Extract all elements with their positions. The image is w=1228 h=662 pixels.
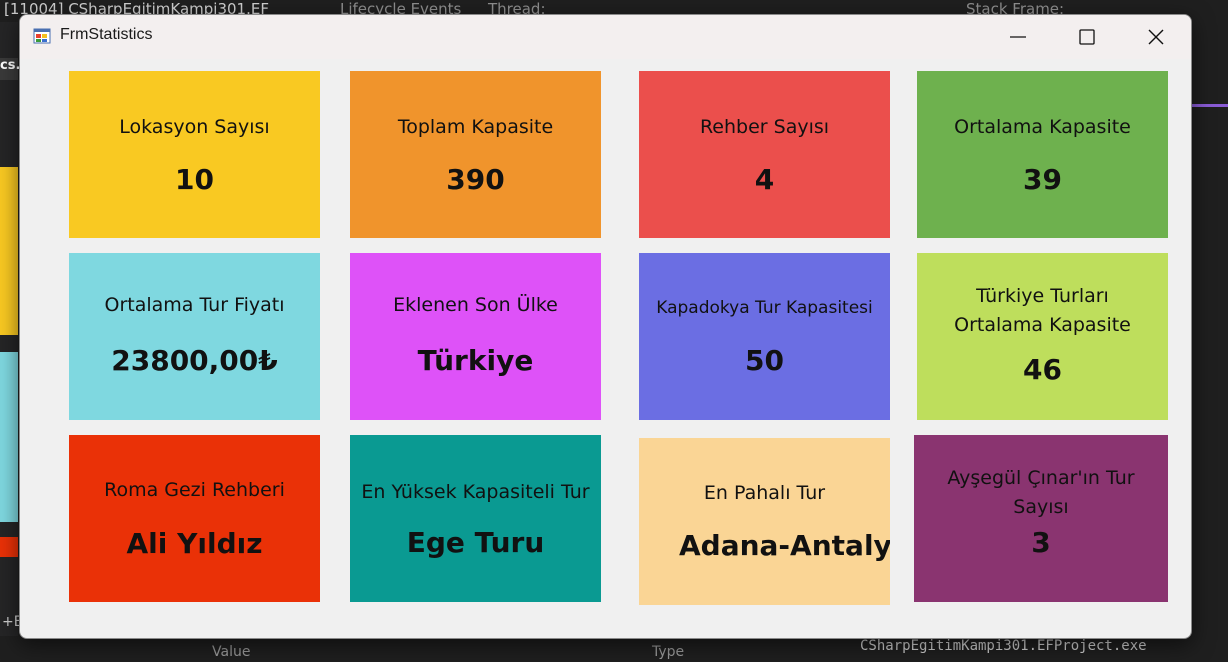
ide-bottom-panel: +E Value Type CSharpEgitimKampi301.EFPro… (0, 614, 1228, 662)
tile-value: 50 (745, 344, 784, 377)
ide-accent-line (1190, 104, 1228, 107)
tile-kapadokya-tur-kapasitesi: Kapadokya Tur Kapasitesi 50 (639, 253, 890, 420)
preview-strip-yellow (0, 167, 18, 335)
tile-eklenen-son-ulke: Eklenen Son Ülke Türkiye (350, 253, 601, 420)
tile-toplam-kapasite: Toplam Kapasite 390 (350, 71, 601, 238)
tile-value: 39 (1023, 163, 1062, 196)
tile-value: Türkiye (417, 344, 534, 377)
close-icon (1148, 29, 1164, 45)
preview-strip-red (0, 537, 18, 557)
window-title: FrmStatistics (60, 26, 153, 43)
tile-lokasyon-sayisi: Lokasyon Sayısı 10 (69, 71, 320, 238)
frm-statistics-window: FrmStatistics Lokasyon Sayısı 10 Toplam … (19, 14, 1192, 639)
tile-rehber-sayisi: Rehber Sayısı 4 (639, 71, 890, 238)
tile-label-line1: Türkiye Turları (976, 285, 1109, 307)
tile-label: Kapadokya Tur Kapasitesi (656, 298, 873, 318)
maximize-icon (1079, 29, 1095, 45)
ide-right-panel (1190, 22, 1228, 636)
tile-label: Ortalama Tur Fiyatı (104, 294, 285, 316)
tile-aysegul-cinar-tur-sayisi: Ayşegül Çınar'ın Tur Sayısı 3 (914, 435, 1168, 602)
close-button[interactable] (1121, 15, 1191, 59)
tile-ortalama-kapasite: Ortalama Kapasite 39 (917, 71, 1168, 238)
value-column-header: Value (212, 644, 251, 660)
minimize-icon (1010, 36, 1026, 38)
tile-label: Eklenen Son Ülke (393, 294, 558, 316)
tile-label-line1: Ayşegül Çınar'ın Tur (947, 467, 1135, 489)
tile-label: Toplam Kapasite (397, 116, 554, 138)
tile-en-pahali-tur: En Pahalı Tur Adana-Antaly- (639, 438, 890, 605)
title-bar[interactable]: FrmStatistics (20, 15, 1191, 59)
preview-strip-cyan (0, 352, 18, 522)
tile-label-line2: Ortalama Kapasite (954, 314, 1131, 336)
tile-en-yuksek-kapasiteli-tur: En Yüksek Kapasiteli Tur Ege Turu (350, 435, 601, 602)
output-text: CSharpEgitimKampi301.EFProject.exe (860, 638, 1147, 654)
app-form-icon (33, 28, 51, 44)
minimize-button[interactable] (983, 15, 1053, 59)
type-column-header: Type (652, 644, 685, 660)
tile-value: 46 (1023, 353, 1062, 386)
tile-turkiye-turlari-ortalama-kapasite: Türkiye Turları Ortalama Kapasite 46 (917, 253, 1168, 420)
tile-value: Adana-Antaly- (679, 529, 890, 562)
tile-label: Roma Gezi Rehberi (104, 479, 285, 501)
tile-label: Lokasyon Sayısı (119, 116, 270, 138)
ide-left-panel: cs. (0, 22, 20, 662)
tile-value: Ege Turu (406, 526, 545, 559)
tile-value: 10 (175, 163, 214, 196)
tile-label: Ortalama Kapasite (954, 116, 1131, 138)
ide-tab-fragment[interactable]: cs. (0, 58, 20, 80)
tile-roma-gezi-rehberi: Roma Gezi Rehberi Ali Yıldız (69, 435, 320, 602)
maximize-button[interactable] (1052, 15, 1122, 59)
tile-value: 390 (446, 163, 505, 196)
tile-label-line2: Sayısı (1013, 496, 1069, 518)
tile-ortalama-tur-fiyati: Ortalama Tur Fiyatı 23800,00₺ (69, 253, 320, 420)
tile-label: Rehber Sayısı (699, 116, 830, 138)
tile-value: 3 (1031, 526, 1051, 559)
tile-label: En Yüksek Kapasiteli Tur (361, 481, 590, 503)
tile-value: 23800,00₺ (111, 344, 278, 377)
tile-value: Ali Yıldız (126, 527, 263, 560)
tile-value: 4 (754, 163, 775, 196)
tile-label: En Pahalı Tur (703, 482, 826, 504)
